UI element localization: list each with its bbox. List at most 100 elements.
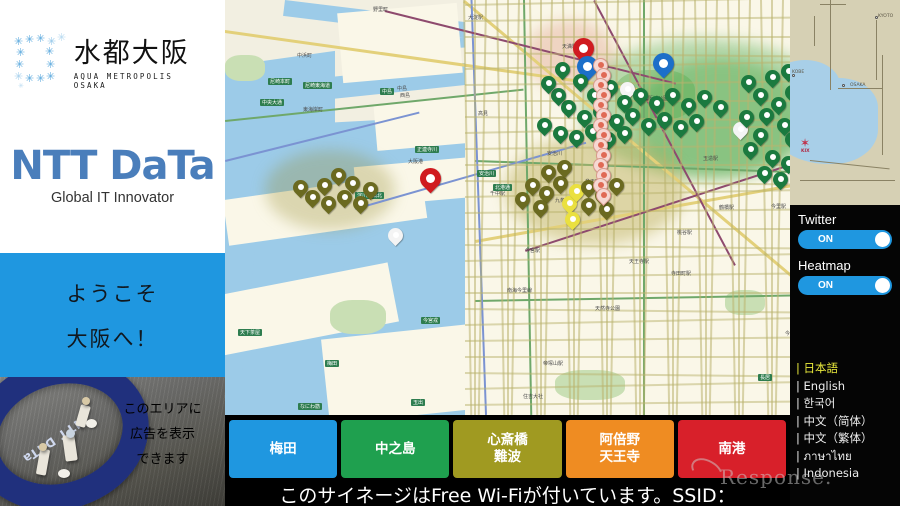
map-pin[interactable] — [737, 71, 760, 95]
ad-line-2: 広告を表示 — [129, 427, 195, 442]
map-pin[interactable] — [537, 72, 560, 96]
map-pin-dot — [585, 184, 592, 190]
area-button-0[interactable]: 梅田 — [229, 420, 338, 478]
overview-minimap[interactable]: ✶ KYOTO KOBE OSAKA KIX — [790, 0, 900, 205]
map-label: 住吉大社 — [523, 394, 544, 400]
map-pin-dot — [613, 182, 620, 188]
miniature-figure — [82, 397, 90, 405]
map-pin[interactable] — [735, 106, 758, 130]
map-pin[interactable] — [661, 84, 684, 108]
map-pin-dot — [392, 232, 399, 238]
toggle-heatmap[interactable]: Heatmap ON — [798, 258, 892, 295]
map-pin[interactable] — [613, 122, 636, 146]
map-pin[interactable] — [577, 194, 600, 218]
minimap-label: OSAKA — [850, 83, 866, 88]
map-label: 寺田町駅 — [671, 271, 692, 277]
language-option-0[interactable]: 日本語 — [796, 360, 900, 378]
wifi-ssid-notice: このサイネージはFree Wi-Fiが付いています。SSID： — [279, 485, 736, 506]
map-pin-dot — [537, 204, 544, 210]
map-pin[interactable] — [621, 104, 644, 128]
area-button-4[interactable]: 南港 — [677, 420, 787, 478]
map-station-label: 梅田 — [325, 360, 340, 367]
map-station-label: 天下茶屋 — [238, 329, 263, 336]
map-pin[interactable] — [637, 114, 660, 138]
map-pin[interactable] — [359, 178, 382, 202]
aqua-logo-kanji: 水都大阪 — [73, 37, 190, 69]
map-pin-dot — [645, 122, 652, 128]
map-pin-dot — [777, 176, 784, 182]
toggle-twitter-switch[interactable]: ON — [798, 230, 892, 249]
map-pin[interactable] — [653, 108, 676, 132]
language-option-2[interactable]: 한국어 — [796, 395, 900, 413]
map-street — [474, 0, 476, 415]
map-pin[interactable] — [317, 192, 340, 216]
map-pin[interactable] — [533, 114, 556, 138]
language-option-5[interactable]: ภาษาไทย — [796, 448, 900, 466]
map-pin[interactable] — [553, 156, 576, 180]
area-category-buttons[interactable]: 梅田 中之島 心斎橋 難波 阿倍野 天王寺 南港 — [225, 420, 790, 478]
map-pin[interactable] — [648, 48, 679, 81]
map-pin[interactable] — [753, 162, 776, 186]
map-pin-dot — [541, 122, 548, 128]
map-pin[interactable] — [384, 224, 407, 248]
map-pin-dot — [717, 104, 724, 110]
map-pin[interactable] — [565, 126, 588, 150]
area-button-line-1: 阿倍野 — [599, 432, 640, 448]
map-pin[interactable] — [511, 188, 534, 212]
map-pin[interactable] — [549, 122, 572, 146]
map-label: 西島 — [400, 93, 411, 99]
map-pin[interactable] — [693, 86, 716, 110]
minimap-label: KYOTO — [878, 14, 894, 19]
map-pin[interactable] — [561, 208, 584, 232]
main-map[interactable]: 野里町大淀駅中浜町東海岸町中島西島高見天満駅大阪城公園玉造駅鶴橋駅今里駅天王寺駅… — [225, 0, 790, 415]
map-park — [330, 300, 386, 334]
map-pin[interactable] — [685, 110, 708, 134]
map-pin[interactable] — [629, 84, 652, 108]
map-pin-dot — [341, 194, 348, 200]
map-pin[interactable] — [755, 104, 778, 128]
map-pin[interactable] — [769, 168, 790, 192]
map-label: 東海岸町 — [303, 107, 324, 113]
map-label: 天王寺駅 — [629, 259, 650, 265]
miniature-figure — [66, 429, 75, 438]
map-pin[interactable] — [289, 176, 312, 200]
map-pin-dot — [747, 146, 754, 152]
map-tweet-pin[interactable] — [592, 184, 615, 208]
advertisement-slot[interactable]: NTT DaTa このエリアに 広告を表示 できます — [0, 377, 225, 506]
map-pin-dot — [573, 188, 580, 194]
map-pin[interactable] — [537, 161, 560, 185]
language-selector[interactable]: 日本語English한국어中文（简体）中文（繁体）ภาษาไทยIndonesi… — [796, 360, 900, 483]
language-option-3[interactable]: 中文（简体） — [796, 413, 900, 431]
map-pin-dot — [769, 74, 776, 80]
map-label: 桃谷駅 — [677, 230, 693, 236]
map-label: 帝塚山駅 — [543, 361, 564, 367]
area-button-1[interactable]: 中之島 — [341, 420, 450, 478]
map-station-label: 正連寺川 — [415, 146, 440, 153]
map-pin[interactable] — [333, 186, 356, 210]
map-pin[interactable] — [777, 60, 790, 84]
map-pin[interactable] — [761, 66, 784, 90]
map-pin-dot — [653, 100, 660, 106]
map-label: 天然寺公園 — [595, 306, 621, 312]
map-pin[interactable] — [709, 96, 732, 120]
language-option-1[interactable]: English — [796, 378, 900, 396]
toggle-knob — [875, 278, 890, 293]
map-pin[interactable] — [669, 116, 692, 140]
map-pin[interactable] — [327, 164, 350, 188]
map-pin[interactable] — [529, 196, 552, 220]
map-pin[interactable] — [415, 163, 446, 196]
map-street — [465, 228, 790, 230]
map-pin[interactable] — [569, 70, 592, 94]
map-pin-dot — [297, 184, 304, 190]
language-option-4[interactable]: 中文（繁体） — [796, 430, 900, 448]
language-option-6[interactable]: Indonesia — [796, 465, 900, 483]
ad-line-3: できます — [136, 452, 189, 467]
area-button-2[interactable]: 心斎橋 難波 — [453, 420, 562, 478]
map-pin-dot — [569, 216, 576, 222]
map-pin[interactable] — [551, 58, 574, 82]
toggle-heatmap-switch[interactable]: ON — [798, 276, 892, 295]
map-label: 高見 — [478, 111, 489, 117]
map-pin[interactable] — [739, 138, 762, 162]
toggle-twitter[interactable]: Twitter ON — [798, 212, 892, 249]
area-button-3[interactable]: 阿倍野 天王寺 — [565, 420, 674, 478]
